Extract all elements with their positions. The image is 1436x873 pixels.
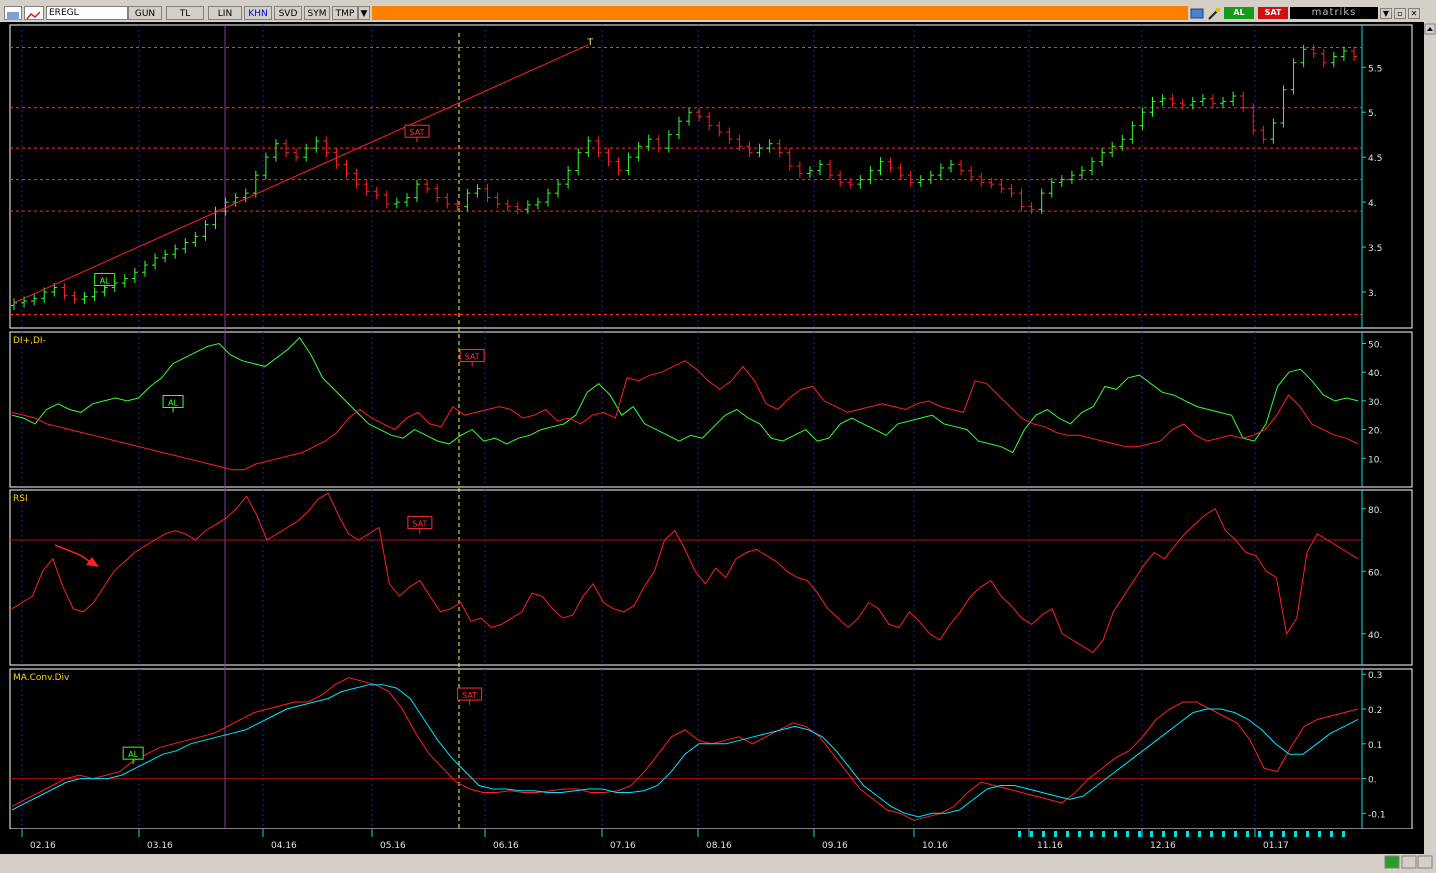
y-tick-label: 40. [1368,369,1382,379]
zoom-in-icon [1401,855,1417,869]
crosshair-label: T [587,38,594,48]
event-marker [1162,831,1165,837]
y-tick-label: 80. [1368,506,1382,516]
chart-toolbar: EREGL GUN TL LIN KHN SVD SYM TMP ▼ AL SA… [0,0,1436,23]
horizontal-scrollbar[interactable] [0,854,1436,869]
panel-title-1: DI+,DI- [13,336,46,346]
event-marker [1174,831,1177,837]
button-sym[interactable]: SYM [304,6,330,20]
matriks-logo: matriks [1290,7,1378,19]
month-label: 05.16 [380,841,406,851]
event-marker [1330,831,1333,837]
monitor-icon[interactable] [1190,6,1204,20]
button-svd[interactable]: SVD [274,6,302,20]
zoom-out-icon [1417,855,1433,869]
month-label: 06.16 [493,841,519,851]
month-label: 07.16 [610,841,636,851]
panel-title-2: RSI [13,494,28,504]
signal-label-sat: SAT [412,520,427,529]
month-label: 01.17 [1263,841,1289,851]
y-tick-label: 3.5 [1368,244,1382,254]
event-marker [1090,831,1093,837]
month-label: 11.16 [1037,841,1063,851]
currency-button-tl[interactable]: TL [166,6,204,20]
event-marker [1282,831,1285,837]
window-menu-button[interactable]: ▼ [1380,8,1392,19]
y-tick-label: 5. [1368,109,1377,119]
event-marker [1186,831,1189,837]
signal-label-al: AL [168,399,178,408]
close-button[interactable]: ✕ [1408,8,1420,19]
chart-window-icon[interactable] [4,6,22,20]
event-marker [1258,831,1261,837]
y-tick-label: 10. [1368,455,1382,465]
month-label: 02.16 [30,841,56,851]
event-marker [1030,831,1033,837]
month-label: 04.16 [271,841,297,851]
y-tick-label: 50. [1368,340,1382,350]
scale-button-lin[interactable]: LIN [208,6,242,20]
signal-label-sat: SAT [465,353,480,362]
month-label: 10.16 [922,841,948,851]
sell-button[interactable]: SAT [1258,7,1288,19]
event-marker [1138,831,1141,837]
symbol-input[interactable]: EREGL [46,6,128,20]
y-tick-label: 40. [1368,631,1382,641]
y-tick-label: 60. [1368,568,1382,578]
event-marker [1342,831,1345,837]
event-marker [1114,831,1117,837]
title-bar [372,6,1188,20]
signal-label-al: AL [100,277,110,286]
restore-button[interactable]: ▫ [1394,8,1406,19]
event-marker [1270,831,1273,837]
event-marker [1054,831,1057,837]
y-tick-label: 0.1 [1368,741,1382,751]
event-marker [1210,831,1213,837]
y-tick-label: 0. [1368,776,1377,786]
y-tick-label: 0.3 [1368,671,1382,681]
panel-title-3: MA.Conv.Div [13,673,70,683]
vertical-scrollbar[interactable] [1424,22,1436,868]
y-tick-label: 4. [1368,199,1377,209]
template-dropdown-icon[interactable]: ▼ [358,6,370,20]
month-label: 03.16 [147,841,173,851]
event-marker [1042,831,1045,837]
y-tick-label: -0.1 [1368,810,1386,820]
event-marker [1102,831,1105,837]
event-marker [1246,831,1249,837]
y-tick-label: 0.2 [1368,706,1382,716]
y-tick-label: 5.5 [1368,64,1382,74]
event-marker [1078,831,1081,837]
pen-icon[interactable] [1206,6,1222,20]
event-marker [1198,831,1201,837]
period-button-gun[interactable]: GUN [128,6,162,20]
signal-label-sat: SAT [410,128,425,137]
event-marker [1126,831,1129,837]
chart-background [0,22,1424,854]
event-marker [1150,831,1153,837]
event-marker [1066,831,1069,837]
template-button[interactable]: TMP [332,6,358,20]
event-marker [1294,831,1297,837]
event-marker [1222,831,1225,837]
signal-label-al: AL [128,750,138,759]
month-label: 09.16 [822,841,848,851]
month-label: 12.16 [1150,841,1176,851]
event-marker [1318,831,1321,837]
refresh-icon [1384,855,1400,869]
event-marker [1234,831,1237,837]
y-tick-label: 4.5 [1368,154,1382,164]
y-tick-label: 3. [1368,289,1377,299]
y-tick-label: 30. [1368,398,1382,408]
event-marker [1306,831,1309,837]
buy-button[interactable]: AL [1224,7,1254,19]
technical-chart[interactable]: 3. 3.5 4. 4.5 5. 5.5 AL SAT T 10. 20. 30. 40. 50. DI+,… [0,22,1424,854]
chart-type-icon[interactable] [24,6,44,20]
month-label: 08.16 [706,841,732,851]
button-khn[interactable]: KHN [244,6,272,20]
event-marker [1018,831,1021,837]
signal-label-sat: SAT [462,691,477,700]
y-tick-label: 20. [1368,427,1382,437]
